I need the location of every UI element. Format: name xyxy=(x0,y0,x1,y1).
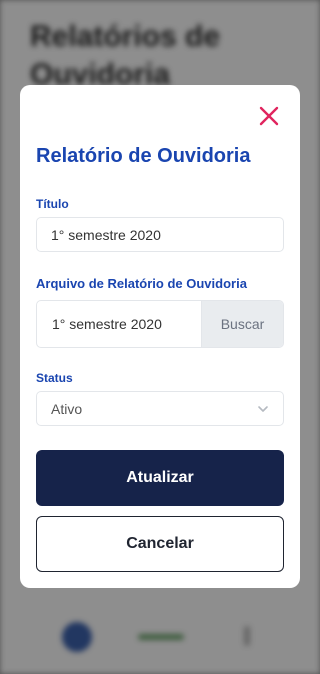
titulo-input[interactable] xyxy=(36,217,284,252)
chevron-down-icon xyxy=(258,405,268,412)
file-picker[interactable]: 1° semestre 2020 Buscar xyxy=(36,300,284,348)
status-label: Status xyxy=(36,371,73,385)
status-selected-value: Ativo xyxy=(51,400,83,417)
file-name-display[interactable]: 1° semestre 2020 xyxy=(37,301,201,347)
update-button[interactable]: Atualizar xyxy=(36,450,284,506)
close-button[interactable] xyxy=(258,105,280,127)
modal-title: Relatório de Ouvidoria xyxy=(36,145,251,167)
close-icon xyxy=(259,106,279,126)
titulo-label: Título xyxy=(36,197,69,211)
arquivo-label: Arquivo de Relatório de Ouvidoria xyxy=(36,276,247,291)
edit-report-modal: Relatório de Ouvidoria Título Arquivo de… xyxy=(20,85,300,588)
browse-button[interactable]: Buscar xyxy=(201,301,283,347)
status-select[interactable]: Ativo xyxy=(36,391,284,426)
cancel-button[interactable]: Cancelar xyxy=(36,516,284,572)
